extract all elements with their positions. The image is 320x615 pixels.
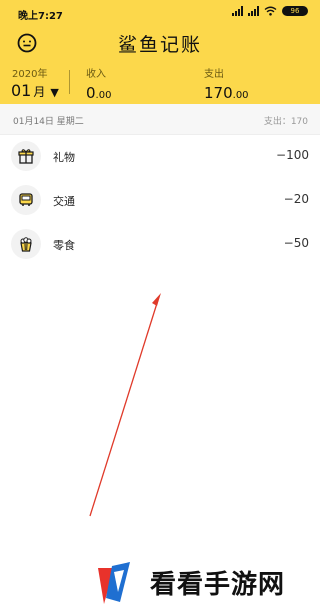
watermark-logo-icon <box>98 562 130 604</box>
watermark: 看看手游网 <box>90 558 320 608</box>
swipe-up-arrow-annotation <box>89 293 161 517</box>
watermark-text: 看看手游网 <box>150 570 286 600</box>
